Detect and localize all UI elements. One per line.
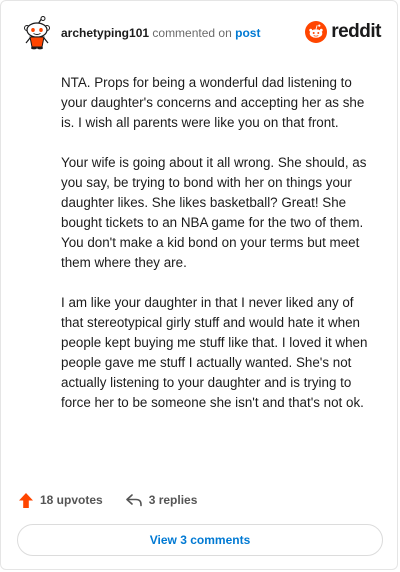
comment-paragraph: NTA. Props for being a wonderful dad lis… — [61, 75, 365, 130]
username-link[interactable]: archetyping101 — [61, 26, 149, 40]
replies-count: 3 replies — [148, 493, 198, 507]
upvotes-count: 18 upvotes — [40, 493, 103, 507]
commented-on-text: commented on — [152, 26, 232, 40]
reply-arrow-icon — [125, 494, 142, 507]
comment-meta: archetyping101 commented on post — [61, 26, 260, 40]
upvote-button[interactable]: 18 upvotes — [18, 492, 103, 509]
reddit-brand[interactable]: reddit — [305, 20, 381, 44]
replies-button[interactable]: 3 replies — [125, 493, 198, 507]
post-link[interactable]: post — [235, 26, 260, 40]
reddit-wordmark: reddit — [331, 21, 381, 42]
avatar[interactable] — [20, 16, 54, 50]
upvote-arrow-icon — [19, 492, 33, 508]
comment-actions: 18 upvotes 3 replies — [18, 490, 197, 510]
comment-paragraph: I am like your daughter in that I never … — [61, 295, 368, 410]
view-comments-button[interactable]: View 3 comments — [17, 524, 383, 556]
snoo-avatar-icon — [24, 16, 50, 50]
comment-header: archetyping101 commented on post reddit — [20, 16, 381, 52]
comment-card: archetyping101 commented on post reddit … — [0, 0, 398, 570]
comment-paragraph: Your wife is going about it all wrong. S… — [61, 155, 367, 270]
comment-body: NTA. Props for being a wonderful dad lis… — [61, 73, 379, 433]
reddit-logo-icon — [305, 21, 328, 43]
